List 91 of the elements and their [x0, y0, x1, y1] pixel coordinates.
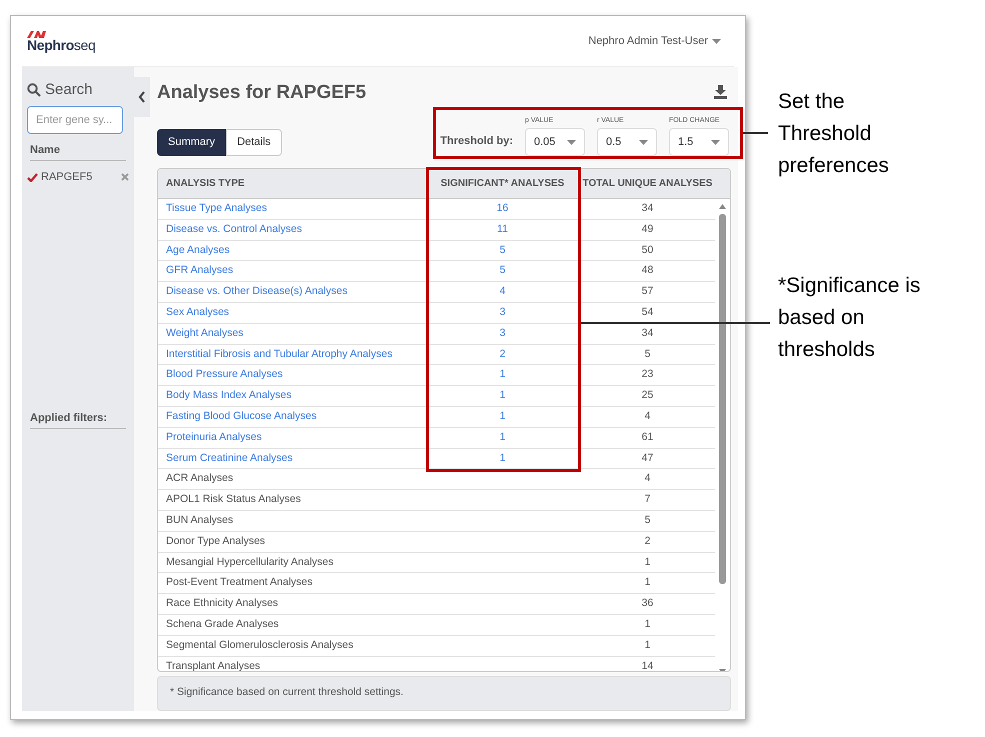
- table-cell-text: Race Ethnicity Analyses: [165, 596, 280, 612]
- footnote: * Significance based on current threshold settings.: [170, 685, 404, 700]
- gene-name[interactable]: RAPGEF5: [41, 169, 121, 186]
- caret-icon: [567, 140, 576, 144]
- significant-count[interactable]: 2: [500, 348, 506, 360]
- download-icon[interactable]: [714, 85, 727, 99]
- table-cell-text: 47: [640, 450, 654, 466]
- analysis-link[interactable]: Disease vs. Other Disease(s) Analyses: [158, 284, 425, 300]
- table-cell-text: 61: [640, 430, 654, 445]
- table-cell-text: 25: [640, 388, 654, 404]
- significant-count[interactable]: 16: [496, 202, 508, 214]
- table-cell-text: 1: [644, 616, 652, 632]
- column-header: SIGNIFICANT* ANALYSES: [440, 177, 566, 191]
- table-cell-text: 1: [644, 575, 652, 590]
- search-icon: [27, 83, 41, 98]
- threshold-select[interactable]: 0.5: [597, 128, 657, 156]
- search-title: Search: [45, 80, 93, 100]
- view-tab[interactable]: Summary: [157, 129, 226, 156]
- significant-count[interactable]: 1: [500, 430, 506, 443]
- table-cell-text: Mesangial Hypercellularity Analyses: [165, 554, 334, 570]
- filters-heading: Applied filters:: [30, 410, 126, 429]
- table-cell-text: 4: [644, 471, 652, 486]
- table-cell-text: 14: [640, 658, 654, 671]
- table-cell-text: BUN Analyses: [165, 512, 234, 528]
- analysis-link[interactable]: Fasting Blood Glucose Analyses: [158, 408, 425, 425]
- table-cell-text: 57: [640, 284, 654, 300]
- logo-icon: [27, 30, 47, 38]
- search-field[interactable]: Enter gene sy...: [27, 106, 123, 134]
- table-cell-text: 7: [644, 492, 652, 508]
- collapse-button[interactable]: [134, 77, 150, 117]
- threshold-select[interactable]: 0.05: [525, 128, 585, 156]
- analysis-link[interactable]: Tissue Type Analyses: [158, 201, 425, 217]
- analysis-link[interactable]: Age Analyses: [158, 242, 425, 258]
- significant-count[interactable]: 3: [500, 306, 506, 318]
- significant-count[interactable]: 1: [500, 368, 506, 380]
- user-menu[interactable]: Nephro Admin Test-User: [588, 32, 721, 50]
- analysis-link[interactable]: Sex Analyses: [158, 305, 425, 321]
- table-cell-text: 5: [644, 346, 652, 362]
- analysis-link[interactable]: Serum Creatinine Analyses: [158, 450, 425, 466]
- table-cell-text: 4: [644, 408, 652, 424]
- page-title: Analyses for RAPGEF5: [157, 81, 366, 105]
- significant-count[interactable]: 4: [500, 285, 506, 298]
- significant-count[interactable]: 3: [500, 326, 506, 339]
- annotation: *Significance is based on thresholds: [778, 273, 922, 363]
- analysis-link[interactable]: Body Mass Index Analyses: [158, 388, 425, 404]
- name-heading: Name: [30, 142, 126, 161]
- significant-count[interactable]: 1: [500, 389, 506, 402]
- table-cell-text: Donor Type Analyses: [165, 534, 266, 549]
- table-cell-text: ACR Analyses: [165, 471, 234, 486]
- table-cell-text: 1: [644, 554, 652, 570]
- table-cell-text: 23: [640, 367, 654, 382]
- threshold-select[interactable]: 1.5: [669, 128, 729, 156]
- table-cell-text: 5: [644, 512, 652, 528]
- analysis-link[interactable]: GFR Analyses: [158, 263, 425, 280]
- table-cell-text: 48: [640, 263, 654, 278]
- significant-count[interactable]: 1: [500, 410, 506, 422]
- caret-icon: [711, 140, 720, 144]
- analysis-link[interactable]: Blood Pressure Analyses: [158, 367, 425, 384]
- significant-count[interactable]: 5: [500, 244, 506, 256]
- table-cell-text: 34: [640, 201, 654, 216]
- table-cell-text: Transplant Analyses: [165, 658, 262, 671]
- table-cell-text: Schena Grade Analyses: [165, 616, 280, 632]
- check-icon: [27, 172, 38, 182]
- threshold-label: Threshold by:: [440, 134, 513, 148]
- view-tab[interactable]: Details: [226, 129, 282, 156]
- table-cell-text: 54: [640, 305, 654, 320]
- significant-count[interactable]: 5: [500, 264, 506, 276]
- logo[interactable]: Nephroseq: [27, 38, 96, 52]
- chevron-left-icon: [138, 91, 146, 103]
- caret-icon: [639, 140, 648, 144]
- leader-line: [743, 132, 768, 134]
- table-cell-text: Segmental Glomerulosclerosis Analyses: [165, 638, 354, 653]
- table-cell-text: 49: [640, 222, 654, 237]
- table-cell-text: 36: [640, 596, 654, 612]
- table-cell-text: 50: [640, 242, 654, 258]
- annotation: Set the Threshold preferences: [778, 89, 890, 179]
- significant-count[interactable]: 1: [500, 452, 506, 464]
- checkbox[interactable]: [27, 172, 39, 182]
- table-cell-text: Post-Event Treatment Analyses: [165, 575, 314, 590]
- significant-count[interactable]: 11: [497, 222, 508, 235]
- column-header: ANALYSIS TYPE: [165, 177, 246, 191]
- analysis-link[interactable]: Disease vs. Control Analyses: [158, 222, 425, 238]
- table-cell-text: APOL1 Risk Status Analyses: [165, 492, 302, 508]
- table-cell-text: 1: [644, 638, 652, 653]
- column-header: TOTAL UNIQUE ANALYSES: [582, 177, 714, 191]
- caret-icon: [712, 38, 721, 44]
- table-cell-text: 34: [640, 326, 654, 341]
- analysis-link[interactable]: Proteinuria Analyses: [158, 430, 425, 446]
- analysis-link[interactable]: Weight Analyses: [158, 326, 425, 342]
- table-cell-text: 2: [644, 534, 652, 549]
- analysis-link[interactable]: Interstitial Fibrosis and Tubular Atrophy Analyses: [158, 346, 425, 362]
